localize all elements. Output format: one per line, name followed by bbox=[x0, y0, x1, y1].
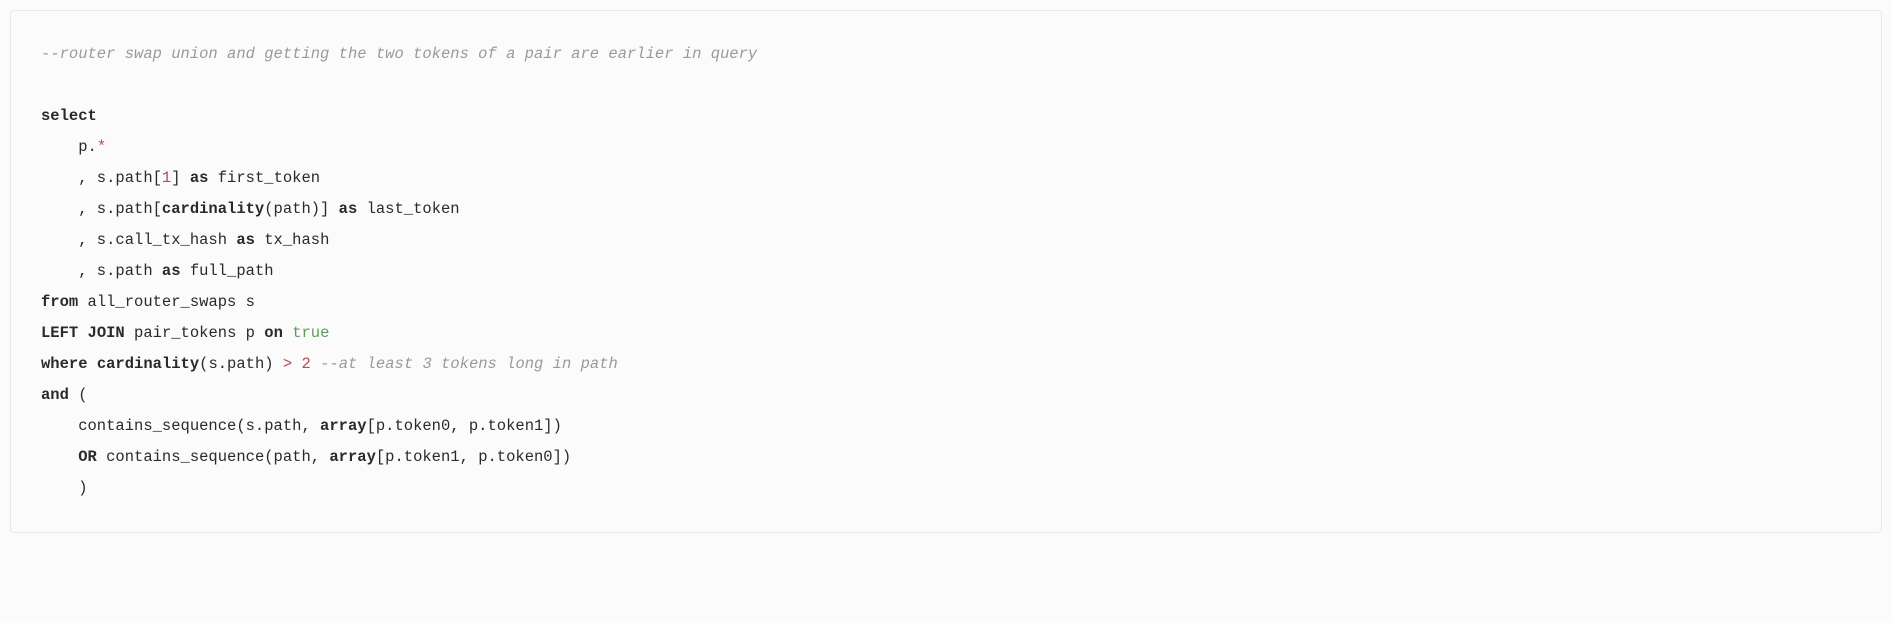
code-text bbox=[78, 324, 87, 342]
code-text: pair_tokens p bbox=[125, 324, 265, 342]
code-text: (path)] bbox=[264, 200, 338, 218]
code-comment: --at least 3 tokens long in path bbox=[320, 355, 618, 373]
code-number: 2 bbox=[302, 355, 311, 373]
code-comment: --router swap union and getting the two … bbox=[41, 45, 757, 63]
code-keyword-on: on bbox=[264, 324, 283, 342]
code-text bbox=[311, 355, 320, 373]
code-text: tx_hash bbox=[255, 231, 329, 249]
code-text: first_token bbox=[208, 169, 320, 187]
code-text: p. bbox=[41, 138, 97, 156]
code-text: all_router_swaps s bbox=[78, 293, 255, 311]
code-text: , s.path bbox=[41, 262, 162, 280]
code-text: ( bbox=[69, 386, 88, 404]
code-keyword-and: and bbox=[41, 386, 69, 404]
code-text: [p.token0, p.token1]) bbox=[367, 417, 562, 435]
code-text: contains_sequence(path, bbox=[97, 448, 330, 466]
code-keyword-as: as bbox=[339, 200, 358, 218]
code-keyword-as: as bbox=[162, 262, 181, 280]
code-text bbox=[283, 324, 292, 342]
code-text: , s.path[ bbox=[41, 169, 162, 187]
code-keyword-cardinality: cardinality bbox=[97, 355, 199, 373]
sql-code-block: --router swap union and getting the two … bbox=[10, 10, 1882, 533]
code-keyword-join: JOIN bbox=[88, 324, 125, 342]
code-boolean-true: true bbox=[292, 324, 329, 342]
code-keyword-array: array bbox=[320, 417, 367, 435]
code-keyword-left: LEFT bbox=[41, 324, 78, 342]
code-keyword-or: OR bbox=[41, 448, 97, 466]
code-text bbox=[88, 355, 97, 373]
code-operator-star: * bbox=[97, 138, 106, 156]
code-keyword-as: as bbox=[236, 231, 255, 249]
code-keyword-from: from bbox=[41, 293, 78, 311]
code-keyword-cardinality: cardinality bbox=[162, 200, 264, 218]
code-text: ] bbox=[171, 169, 190, 187]
code-keyword-where: where bbox=[41, 355, 88, 373]
code-text: [p.token1, p.token0]) bbox=[376, 448, 571, 466]
code-keyword-select: select bbox=[41, 107, 97, 125]
code-operator-gt: > bbox=[283, 355, 292, 373]
code-text bbox=[292, 355, 301, 373]
code-text: , s.path[ bbox=[41, 200, 162, 218]
code-keyword-array: array bbox=[329, 448, 376, 466]
code-text: (s.path) bbox=[199, 355, 283, 373]
code-text: , s.call_tx_hash bbox=[41, 231, 236, 249]
code-keyword-as: as bbox=[190, 169, 209, 187]
code-text: full_path bbox=[181, 262, 274, 280]
code-text: last_token bbox=[357, 200, 459, 218]
code-text: contains_sequence(s.path, bbox=[41, 417, 320, 435]
code-number: 1 bbox=[162, 169, 171, 187]
code-text: ) bbox=[41, 479, 88, 497]
